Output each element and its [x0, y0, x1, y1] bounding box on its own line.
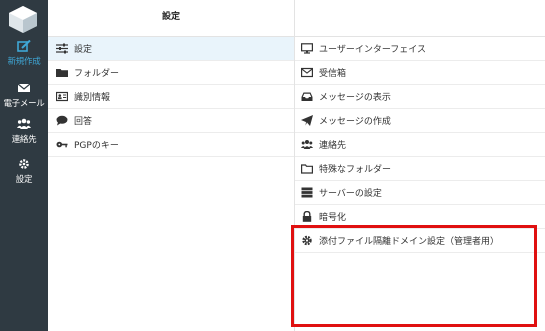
monitor-icon: [301, 43, 313, 54]
comment-icon: [56, 115, 68, 126]
sidebar: 新規作成 電子メール 連絡先 設定: [0, 0, 48, 331]
pref-item-label: 連絡先: [319, 141, 347, 151]
pref-item-user-interface[interactable]: ユーザーインターフェイス: [295, 37, 545, 61]
compose-icon: [17, 40, 31, 52]
envelope-icon: [301, 67, 313, 78]
logo-icon: [9, 6, 37, 33]
nav-compose[interactable]: 新規作成: [0, 40, 48, 72]
pref-item-special-folders[interactable]: 特殊なフォルダー: [295, 157, 545, 181]
nav-settings-label: 設定: [15, 175, 33, 185]
pref-item-label: メッセージの作成: [319, 117, 391, 127]
pref-item-contacts[interactable]: 連絡先: [295, 133, 545, 157]
envelope-icon: [17, 83, 31, 92]
id-card-icon: [56, 91, 68, 102]
settings-item-label: フォルダー: [74, 69, 120, 79]
settings-item-label: 設定: [74, 45, 93, 55]
inbox-icon: [301, 92, 313, 101]
settings-item-preferences[interactable]: 設定: [48, 37, 294, 61]
settings-item-identities[interactable]: 識別情報: [48, 85, 294, 109]
settings-item-pgp-keys[interactable]: PGPのキー: [48, 133, 294, 157]
settings-item-label: 識別情報: [74, 93, 111, 103]
nav-contacts-label: 連絡先: [11, 135, 37, 145]
pref-item-label: ユーザーインターフェイス: [319, 45, 427, 55]
folder-icon: [56, 69, 68, 77]
settings-item-label: PGPのキー: [74, 141, 119, 151]
pref-item-server-settings[interactable]: サーバーの設定: [295, 181, 545, 205]
nav-settings[interactable]: 設定: [0, 158, 48, 190]
settings-panel: 設定 設定 フォルダー 識別情報 回答 PGPのキー: [48, 0, 295, 331]
folder-icon: [301, 164, 313, 174]
server-icon: [301, 187, 313, 198]
paper-plane-icon: [301, 115, 313, 126]
pref-item-label: サーバーの設定: [319, 189, 382, 199]
settings-item-label: 回答: [74, 117, 93, 127]
nav-mail-label: 電子メール: [3, 99, 45, 109]
nav-compose-label: 新規作成: [7, 57, 41, 67]
pref-item-displaying-messages[interactable]: メッセージの表示: [295, 85, 545, 109]
nav-contacts[interactable]: 連絡先: [0, 118, 48, 146]
gear-icon: [19, 159, 29, 169]
key-icon: [56, 141, 68, 148]
settings-item-folders[interactable]: フォルダー: [48, 61, 294, 85]
pref-item-label: 特殊なフォルダー: [319, 165, 392, 175]
highlight-box: [291, 225, 537, 327]
pref-item-composing-messages[interactable]: メッセージの作成: [295, 109, 545, 133]
settings-item-responses[interactable]: 回答: [48, 109, 294, 133]
nav-mail[interactable]: 電子メール: [0, 82, 48, 110]
preferences-panel-header: [295, 0, 545, 37]
sliders-icon: [56, 43, 68, 54]
pref-item-label: 受信箱: [319, 69, 347, 79]
settings-panel-title: 設定: [48, 0, 294, 37]
pref-item-label: メッセージの表示: [319, 93, 391, 103]
pref-item-mailbox-view[interactable]: 受信箱: [295, 61, 545, 85]
pref-item-label: 暗号化: [319, 213, 347, 223]
users-icon: [301, 140, 313, 149]
users-icon: [17, 118, 31, 129]
lock-icon: [302, 211, 312, 222]
